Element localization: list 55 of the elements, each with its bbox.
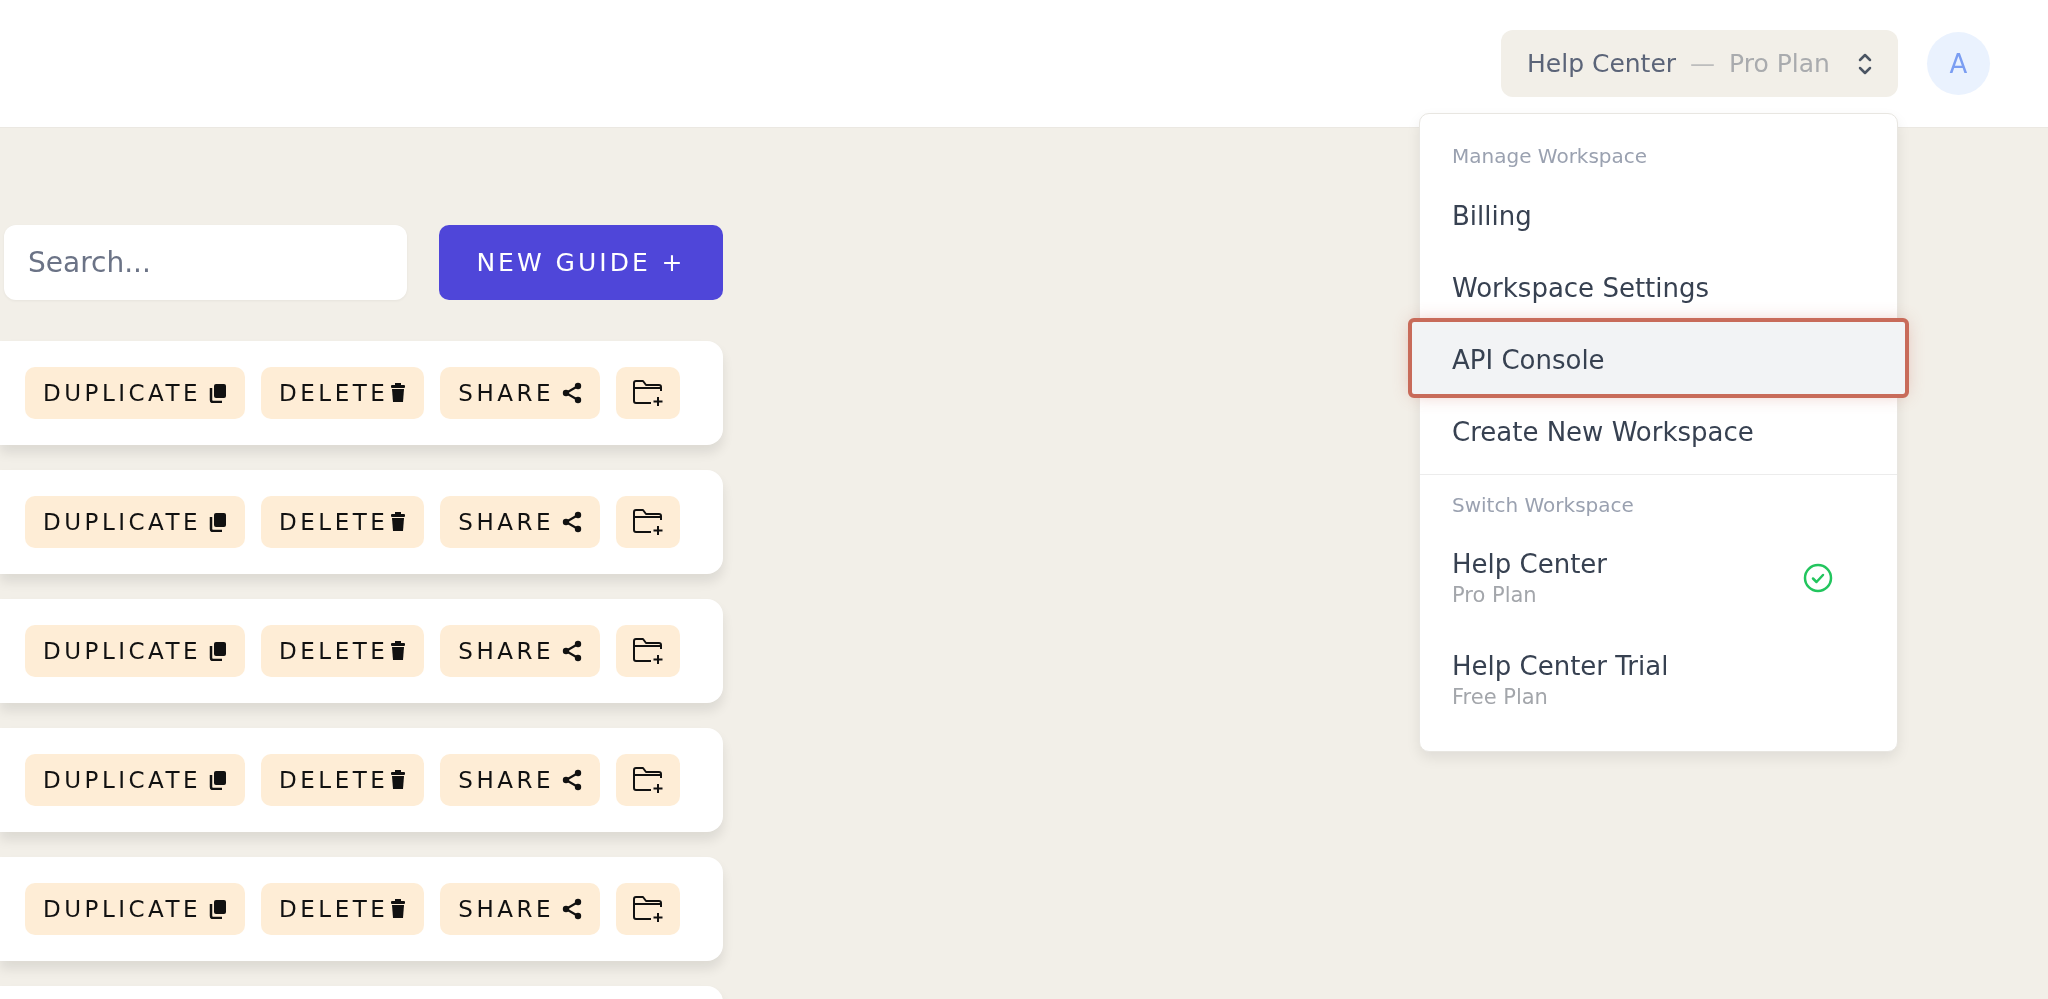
share-icon: [561, 382, 582, 404]
add-to-folder-button[interactable]: [615, 625, 680, 677]
delete-button[interactable]: DELETE: [261, 754, 425, 806]
workspace-switcher[interactable]: Help Center — Pro Plan: [1501, 30, 1898, 97]
workspace-option[interactable]: Help Center Pro Plan: [1420, 527, 1897, 629]
add-to-folder-button[interactable]: [615, 754, 680, 806]
delete-button[interactable]: DELETE: [261, 883, 425, 935]
share-icon: [561, 511, 582, 533]
trash-icon: [390, 512, 407, 532]
folder-plus-icon: [631, 766, 664, 794]
duplicate-button[interactable]: DUPLICATE: [25, 883, 246, 935]
add-to-folder-button[interactable]: [615, 883, 680, 935]
menu-item[interactable]: Create New Workspace: [1420, 394, 1897, 466]
share-button[interactable]: SHARE: [440, 754, 600, 806]
section-heading: Switch Workspace: [1451, 492, 1635, 519]
copy-icon: [209, 770, 228, 790]
share-button[interactable]: SHARE: [440, 496, 600, 548]
workspace-option[interactable]: Help Center Trial Free Plan: [1420, 629, 1897, 731]
workspace-name: Help Center: [1452, 549, 1608, 579]
share-button[interactable]: SHARE: [440, 367, 600, 419]
duplicate-button[interactable]: DUPLICATE: [25, 754, 246, 806]
menu-item[interactable]: Billing: [1420, 178, 1897, 250]
folder-plus-icon: [631, 508, 664, 536]
trash-icon: [390, 770, 407, 790]
duplicate-button[interactable]: DUPLICATE: [25, 367, 246, 419]
copy-icon: [209, 641, 228, 661]
trash-icon: [390, 899, 407, 919]
menu-item[interactable]: Workspace Settings: [1420, 250, 1897, 322]
share-button[interactable]: SHARE: [440, 625, 600, 677]
folder-plus-icon: [631, 895, 664, 923]
folder-plus-icon: [631, 637, 664, 665]
share-icon: [561, 769, 582, 791]
duplicate-button[interactable]: DUPLICATE: [25, 496, 246, 548]
copy-icon: [209, 383, 228, 403]
share-icon: [561, 898, 582, 920]
trash-icon: [390, 641, 407, 661]
trash-icon: [390, 383, 407, 403]
workspace-plan: Pro Plan: [1452, 583, 1538, 607]
add-to-folder-button[interactable]: [615, 367, 680, 419]
duplicate-button[interactable]: DUPLICATE: [25, 625, 246, 677]
chevron-up-down-icon: [1858, 51, 1872, 76]
share-button[interactable]: SHARE: [440, 883, 600, 935]
workspace-name: Help Center Trial: [1452, 651, 1669, 681]
section-heading: Manage Workspace: [1451, 143, 1649, 170]
share-icon: [561, 640, 582, 662]
delete-button[interactable]: DELETE: [261, 625, 425, 677]
delete-button[interactable]: DELETE: [261, 367, 425, 419]
add-to-folder-button[interactable]: [615, 496, 680, 548]
search-field[interactable]: Search...: [4, 225, 407, 300]
workspace-plan: Free Plan: [1452, 685, 1549, 709]
copy-icon: [209, 512, 228, 532]
copy-icon: [209, 899, 228, 919]
new-guide-button[interactable]: NEW GUIDE +: [439, 225, 723, 300]
folder-plus-icon: [631, 379, 664, 407]
delete-button[interactable]: DELETE: [261, 496, 425, 548]
